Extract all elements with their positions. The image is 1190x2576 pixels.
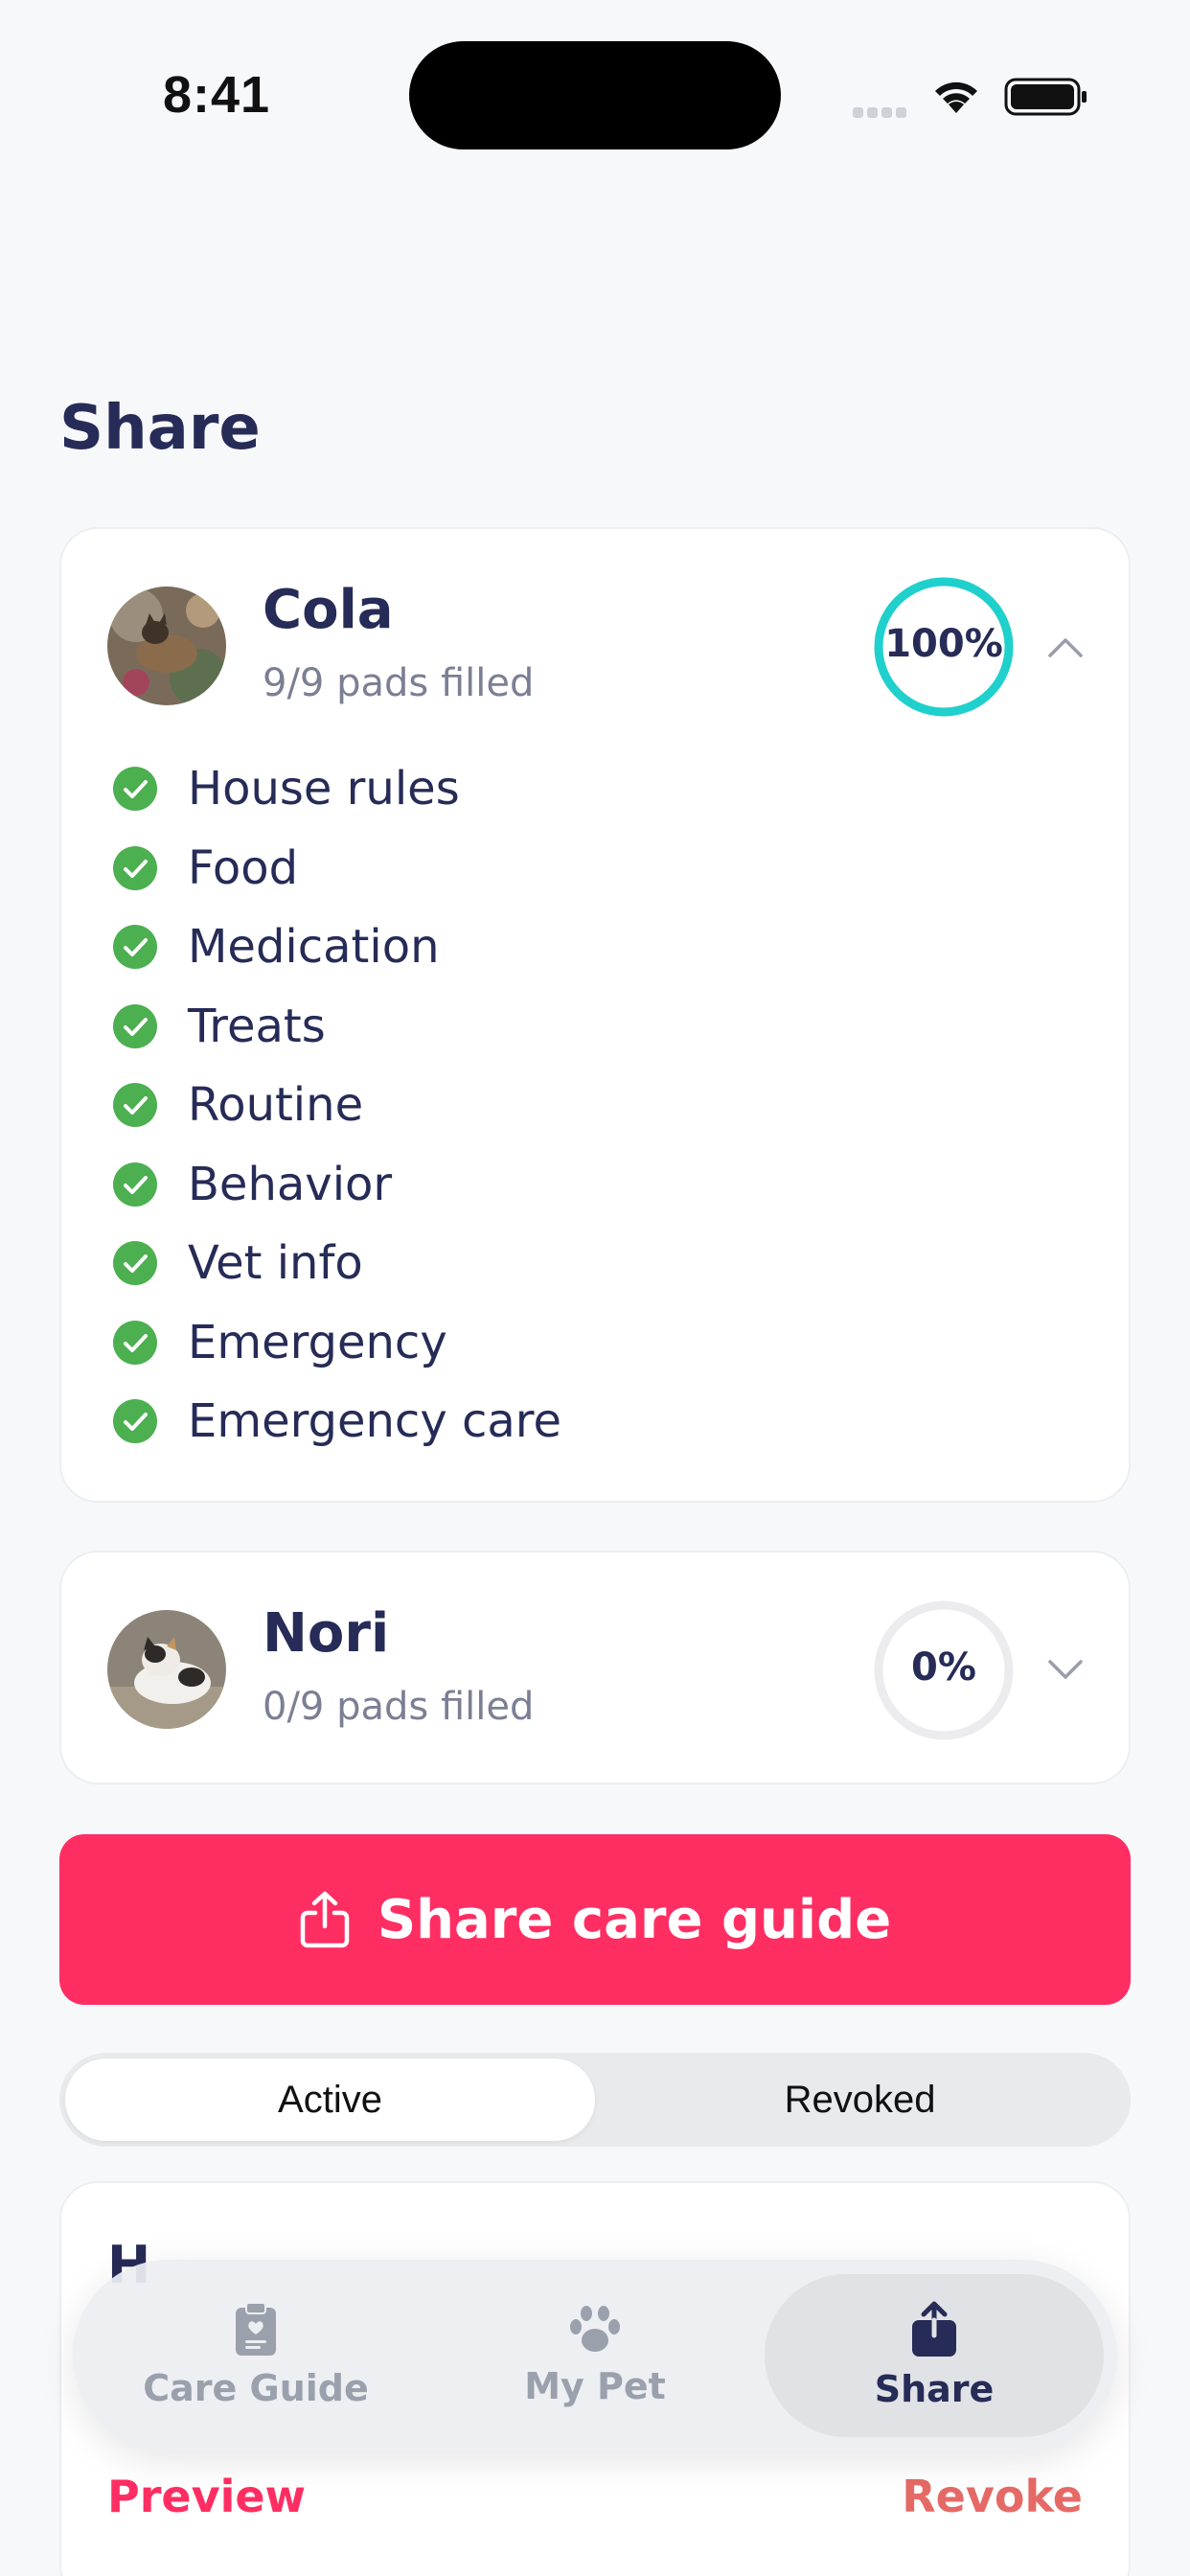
segment-active[interactable]: Active	[65, 2058, 595, 2141]
check-circle-icon	[113, 845, 157, 890]
tab-my-pet[interactable]: My Pet	[425, 2274, 765, 2437]
check-circle-icon	[113, 767, 157, 812]
checklist-label: Emergency	[188, 1315, 447, 1369]
clipboard-icon	[236, 2302, 276, 2356]
check-circle-icon	[113, 1241, 157, 1286]
status-segmented-control[interactable]: Active Revoked	[59, 2053, 1131, 2147]
checklist-item: Vet info	[111, 1224, 561, 1303]
preview-button[interactable]: Preview	[107, 2471, 306, 2522]
checklist-label: House rules	[188, 762, 460, 816]
checklist-label: Behavior	[188, 1157, 393, 1211]
checklist-item: Emergency	[111, 1303, 561, 1383]
tab-label: My Pet	[524, 2365, 666, 2407]
progress-percent: 100%	[884, 622, 1003, 666]
share-icon	[912, 2301, 956, 2357]
checklist-item: Behavior	[111, 1145, 561, 1225]
check-circle-icon	[113, 1083, 157, 1128]
checklist-item: Treats	[111, 987, 561, 1067]
checklist-item: House rules	[111, 749, 561, 829]
status-bar: 8:41	[0, 0, 1190, 192]
pads-filled-text: 9/9 pads filled	[263, 661, 535, 705]
checklist-item: Emergency care	[111, 1382, 561, 1461]
pads-filled-text: 0/9 pads filled	[263, 1685, 535, 1729]
tab-label: Care Guide	[143, 2367, 369, 2409]
tab-care-guide[interactable]: Care Guide	[86, 2274, 425, 2437]
battery-icon	[1004, 78, 1087, 116]
check-circle-icon	[113, 1162, 157, 1207]
checklist: House rules Food Medication Treats Routi…	[111, 749, 561, 1461]
tab-label: Share	[874, 2368, 995, 2410]
pet-name: Nori	[263, 1602, 390, 1665]
checklist-label: Food	[188, 840, 299, 895]
checklist-item: Routine	[111, 1066, 561, 1145]
segment-revoked[interactable]: Revoked	[595, 2058, 1125, 2141]
pet-avatar-nori	[107, 1610, 226, 1729]
chevron-down-icon[interactable]	[1046, 1658, 1085, 1683]
checklist-label: Vet info	[188, 1236, 363, 1291]
pet-card-nori[interactable]: Nori 0/9 pads filled 0%	[59, 1551, 1131, 1784]
checklist-item: Food	[111, 829, 561, 908]
dynamic-island	[409, 41, 781, 150]
wifi-icon	[935, 81, 977, 113]
check-circle-icon	[113, 1320, 157, 1365]
checklist-label: Treats	[188, 999, 326, 1053]
pet-name: Cola	[263, 579, 394, 641]
check-circle-icon	[113, 925, 157, 970]
share-icon	[300, 1891, 350, 1948]
checklist-label: Medication	[188, 920, 440, 975]
paw-icon	[570, 2306, 620, 2352]
checklist-label: Emergency care	[188, 1394, 561, 1449]
status-time: 8:41	[163, 66, 271, 124]
check-circle-icon	[113, 1399, 157, 1444]
tab-share[interactable]: Share	[765, 2274, 1104, 2437]
progress-percent: 0%	[911, 1645, 976, 1690]
checklist-item: Medication	[111, 908, 561, 987]
share-button-label: Share care guide	[377, 1888, 892, 1951]
chevron-up-icon[interactable]	[1046, 634, 1085, 659]
tab-bar: Care Guide My Pet Share	[73, 2260, 1117, 2451]
pet-card-cola[interactable]: Cola 9/9 pads filled 100% House rules Fo…	[59, 527, 1131, 1503]
check-circle-icon	[113, 1003, 157, 1048]
page-title: Share	[59, 393, 261, 464]
pet-avatar-cola	[107, 586, 226, 705]
cellular-signal-icon	[853, 104, 910, 122]
share-care-guide-button[interactable]: Share care guide	[59, 1834, 1131, 2005]
checklist-label: Routine	[188, 1078, 364, 1133]
revoke-button[interactable]: Revoke	[902, 2471, 1083, 2522]
